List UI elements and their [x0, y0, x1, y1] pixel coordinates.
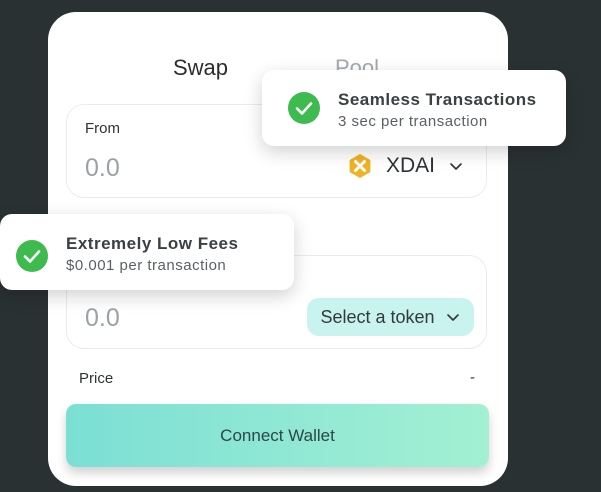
- check-circle-icon: [16, 240, 48, 272]
- toast-subtitle: 3 sec per transaction: [338, 113, 488, 130]
- toast-title: Seamless Transactions: [338, 90, 537, 109]
- from-token-name: XDAI: [385, 154, 435, 177]
- check-circle-icon: [288, 92, 320, 124]
- app-stage: Swap Pool From 0.0 XDAI 0.0 Select a tok…: [0, 0, 601, 492]
- toast-title: Extremely Low Fees: [66, 234, 239, 253]
- toast-low-fees: Extremely Low Fees $0.001 per transactio…: [0, 214, 294, 290]
- select-token-button[interactable]: Select a token: [307, 298, 474, 336]
- price-value: -: [470, 369, 475, 386]
- chevron-down-icon: [450, 163, 462, 170]
- price-label: Price: [79, 370, 114, 387]
- select-token-label: Select a token: [320, 306, 435, 327]
- toast-seamless-transactions: Seamless Transactions 3 sec per transact…: [262, 70, 566, 146]
- to-amount-input[interactable]: 0.0: [85, 304, 120, 333]
- from-amount-input[interactable]: 0.0: [85, 154, 120, 183]
- from-token-selector[interactable]: XDAI: [347, 153, 464, 179]
- connect-wallet-button[interactable]: Connect Wallet: [66, 404, 489, 467]
- toast-subtitle: $0.001 per transaction: [66, 257, 227, 274]
- tab-swap[interactable]: Swap: [173, 55, 228, 81]
- chevron-down-icon: [446, 314, 459, 321]
- from-label: From: [85, 120, 120, 137]
- xdai-icon: [349, 154, 371, 178]
- connect-wallet-label: Connect Wallet: [220, 425, 335, 445]
